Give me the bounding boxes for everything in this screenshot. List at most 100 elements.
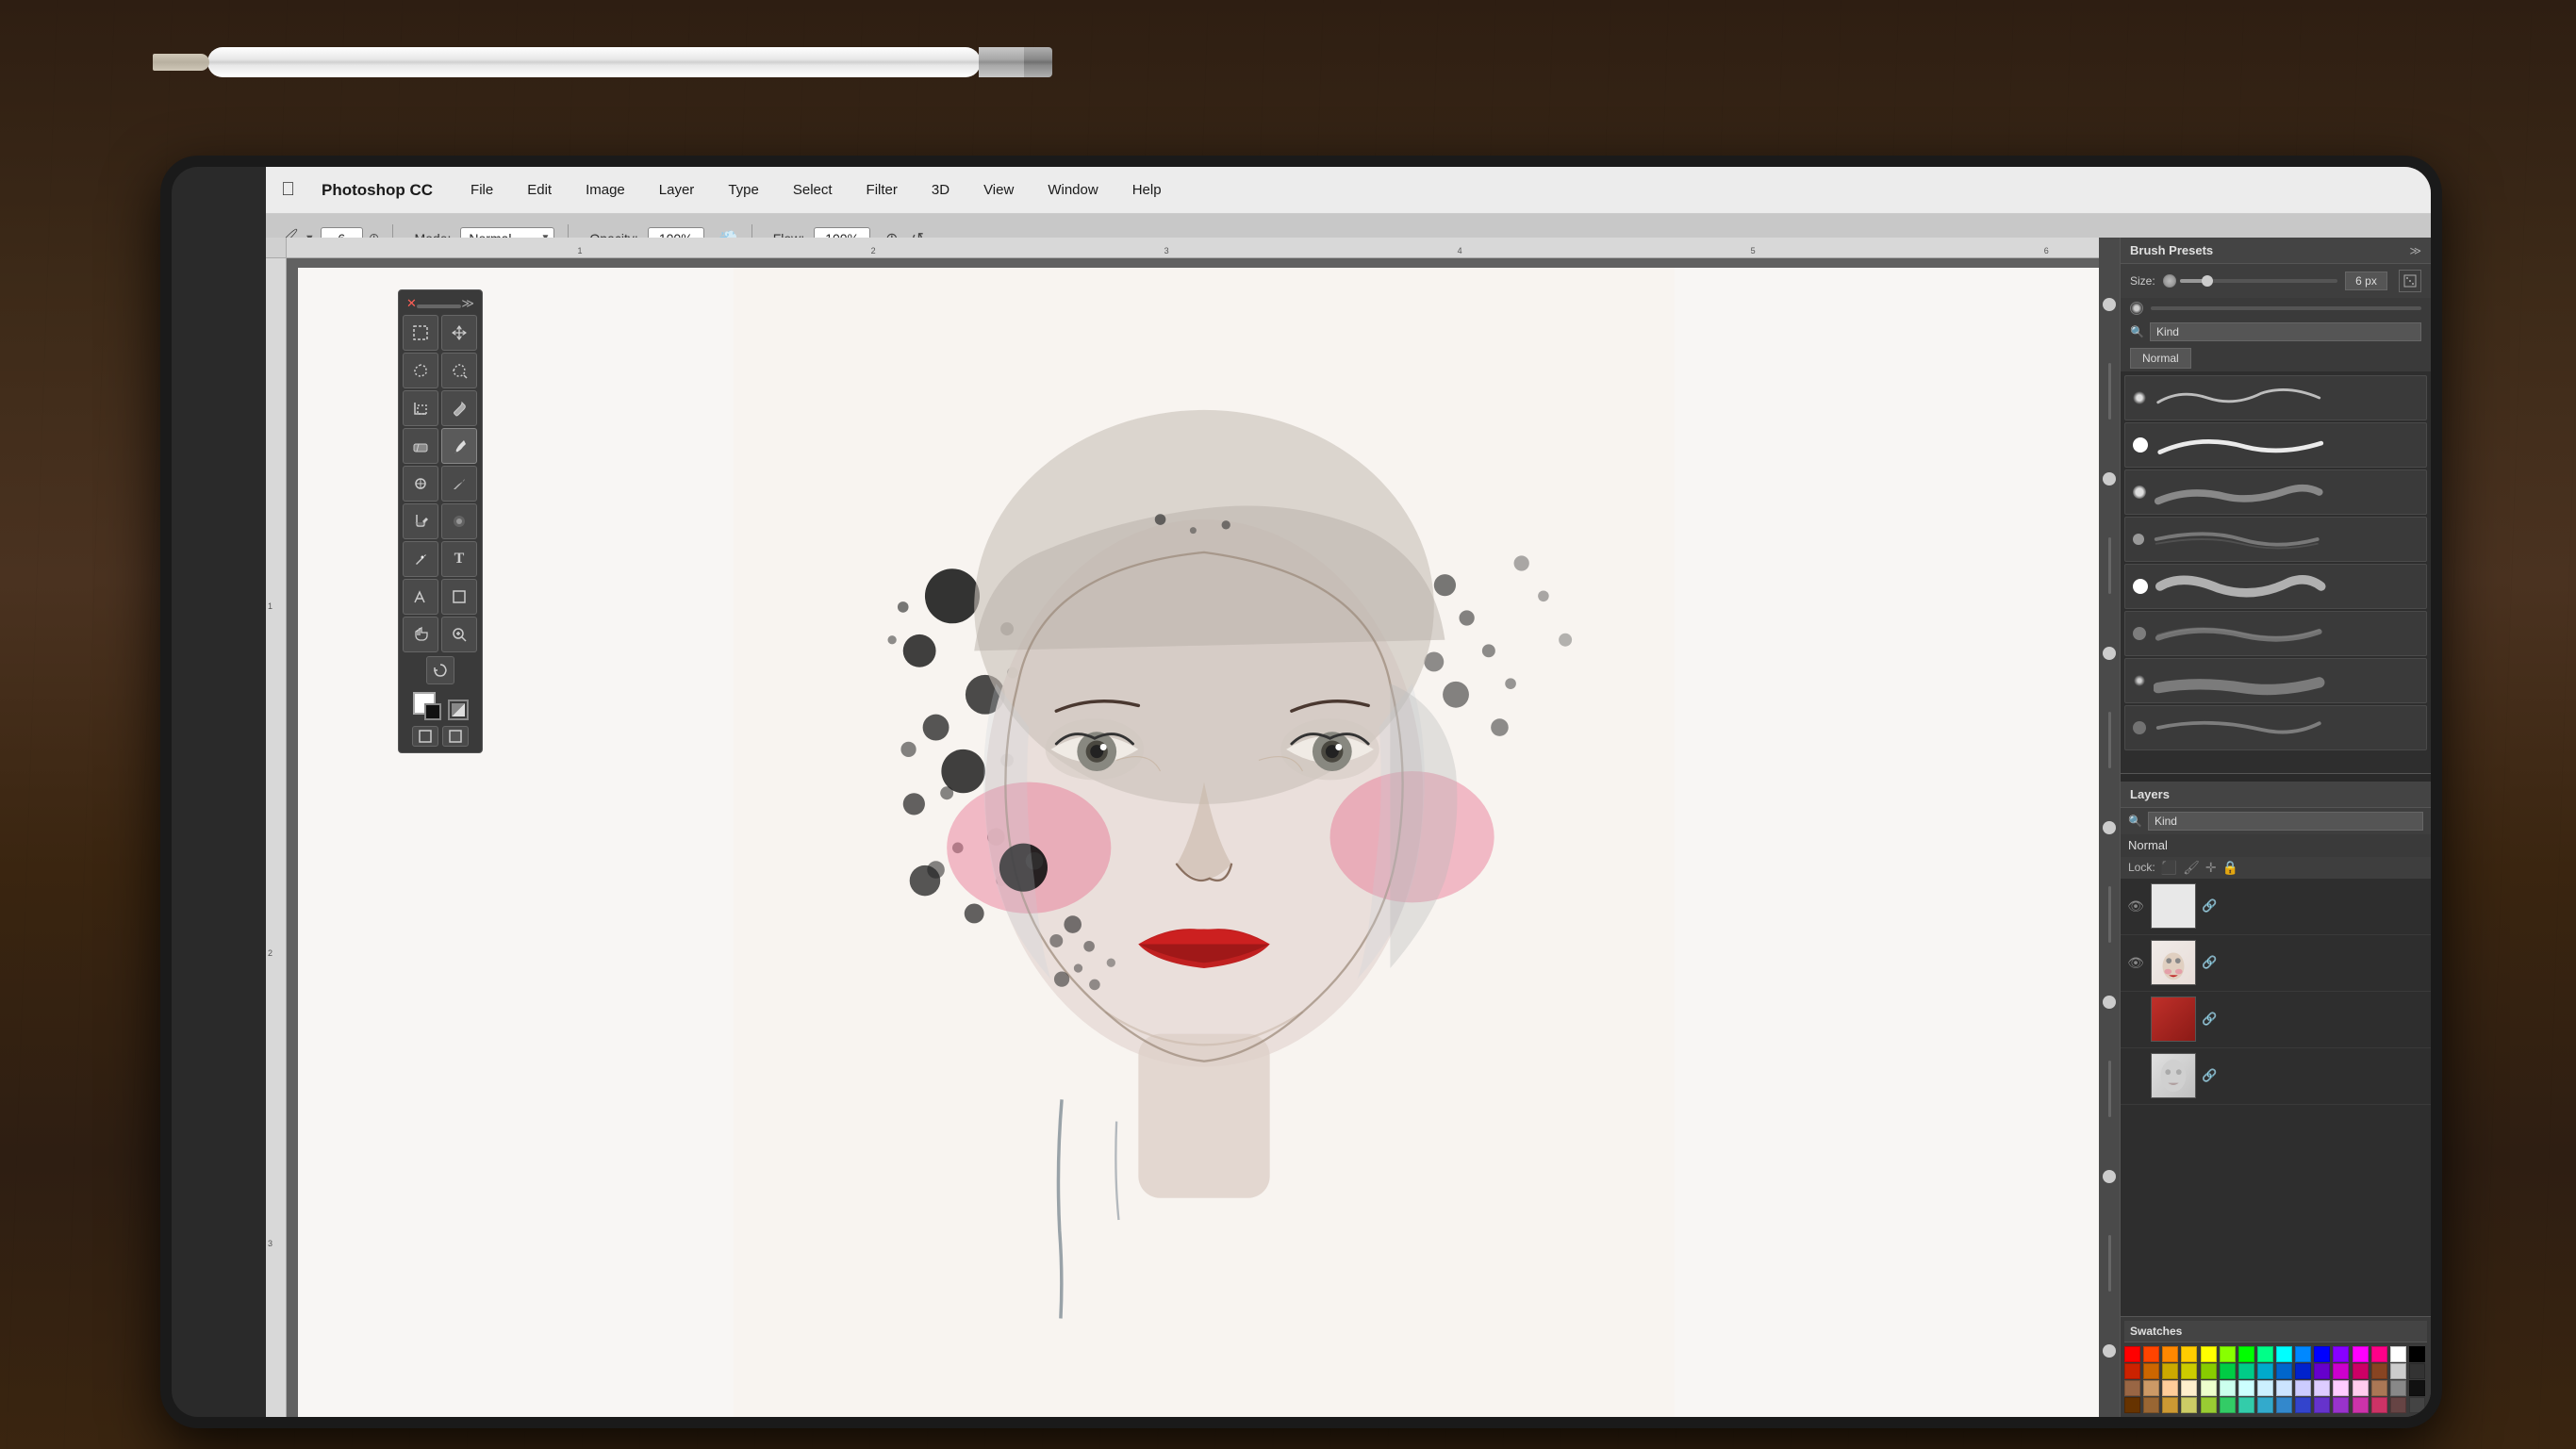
brush-tool[interactable] <box>441 428 477 464</box>
crop-tool[interactable] <box>403 390 438 426</box>
text-tool[interactable]: T <box>441 541 477 577</box>
swatch-21[interactable] <box>2220 1363 2236 1379</box>
swatch-9[interactable] <box>2295 1346 2311 1362</box>
swatch-14[interactable] <box>2390 1346 2406 1362</box>
eraser-tool[interactable] <box>403 428 438 464</box>
swatch-5[interactable] <box>2220 1346 2236 1362</box>
swatch-35[interactable] <box>2181 1380 2197 1396</box>
layers-header[interactable]: Layers <box>2121 782 2431 808</box>
menu-file[interactable]: File <box>463 178 501 202</box>
swatch-40[interactable] <box>2276 1380 2292 1396</box>
kind-select-display[interactable]: Kind <box>2150 322 2421 341</box>
shape-tool[interactable] <box>441 579 477 615</box>
swatch-15[interactable] <box>2409 1346 2425 1362</box>
swatch-24[interactable] <box>2276 1363 2292 1379</box>
quick-mask-btn[interactable] <box>448 700 469 720</box>
swatch-3[interactable] <box>2181 1346 2197 1362</box>
swatch-4[interactable] <box>2201 1346 2217 1362</box>
swatch-29[interactable] <box>2371 1363 2387 1379</box>
swatch-54[interactable] <box>2238 1397 2254 1413</box>
swatch-16[interactable] <box>2124 1363 2140 1379</box>
brush-presets-header[interactable]: Brush Presets ≫ <box>2121 238 2431 264</box>
layer-link-1[interactable]: 🔗 <box>2202 898 2217 914</box>
swatch-53[interactable] <box>2220 1397 2236 1413</box>
layers-kind-display[interactable]: Kind <box>2148 812 2423 831</box>
opacity-slider-6[interactable] <box>2103 1170 2116 1183</box>
swatch-18[interactable] <box>2162 1363 2178 1379</box>
brush-item-6[interactable] <box>2124 611 2427 656</box>
swatch-59[interactable] <box>2333 1397 2349 1413</box>
swatch-17[interactable] <box>2143 1363 2159 1379</box>
swatch-11[interactable] <box>2333 1346 2349 1362</box>
layer-eye-1[interactable]: 👁 <box>2126 898 2145 914</box>
lock-position-icon[interactable]: ✛ <box>2205 860 2217 876</box>
screen-mode-normal[interactable] <box>412 726 438 747</box>
layer-eye-2[interactable]: 👁 <box>2126 955 2145 971</box>
swatch-52[interactable] <box>2201 1397 2217 1413</box>
swatch-22[interactable] <box>2238 1363 2254 1379</box>
layer-link-2[interactable]: 🔗 <box>2202 955 2217 970</box>
swatch-50[interactable] <box>2162 1397 2178 1413</box>
brush-item-5[interactable] <box>2124 564 2427 609</box>
layer-link-3[interactable]: 🔗 <box>2202 1012 2217 1027</box>
opacity-slider-4[interactable] <box>2103 821 2116 834</box>
layer-item-3[interactable]: 👁 🔗 <box>2121 992 2431 1048</box>
swatch-63[interactable] <box>2409 1397 2425 1413</box>
hand-tool[interactable] <box>403 617 438 652</box>
swatch-48[interactable] <box>2124 1397 2140 1413</box>
smudge-tool[interactable] <box>441 466 477 502</box>
menu-view[interactable]: View <box>976 178 1021 202</box>
zoom-tool[interactable] <box>441 617 477 652</box>
swatch-25[interactable] <box>2295 1363 2311 1379</box>
clone-stamp-tool[interactable] <box>403 466 438 502</box>
opacity-slider-7[interactable] <box>2103 1344 2116 1358</box>
menu-window[interactable]: Window <box>1040 178 1105 202</box>
swatch-26[interactable] <box>2314 1363 2330 1379</box>
hardness-slider-track[interactable] <box>2151 306 2421 310</box>
opacity-slider-1[interactable] <box>2103 298 2116 311</box>
swatch-61[interactable] <box>2371 1397 2387 1413</box>
brush-item-2[interactable] <box>2124 422 2427 468</box>
swatch-8[interactable] <box>2276 1346 2292 1362</box>
canvas-document[interactable] <box>298 268 2110 1417</box>
swatch-42[interactable] <box>2314 1380 2330 1396</box>
brush-options-btn[interactable] <box>2399 270 2421 292</box>
menu-help[interactable]: Help <box>1125 178 1169 202</box>
swatch-30[interactable] <box>2390 1363 2406 1379</box>
toolbox-close-btn[interactable]: ✕ <box>406 296 417 311</box>
swatch-46[interactable] <box>2390 1380 2406 1396</box>
swatch-44[interactable] <box>2353 1380 2369 1396</box>
swatch-58[interactable] <box>2314 1397 2330 1413</box>
menu-type[interactable]: Type <box>720 178 767 202</box>
brush-item-8[interactable] <box>2124 705 2427 750</box>
screen-mode-full[interactable] <box>442 726 469 747</box>
swatch-33[interactable] <box>2143 1380 2159 1396</box>
swatch-62[interactable] <box>2390 1397 2406 1413</box>
swatch-45[interactable] <box>2371 1380 2387 1396</box>
brush-size-value[interactable]: 6 px <box>2345 272 2387 290</box>
swatch-7[interactable] <box>2257 1346 2273 1362</box>
toolbox-expand-btn[interactable]: ≫ <box>461 296 474 311</box>
menu-3d[interactable]: 3D <box>924 178 957 202</box>
swatch-55[interactable] <box>2257 1397 2273 1413</box>
layer-item-1[interactable]: 👁 🔗 <box>2121 879 2431 935</box>
swatch-0[interactable] <box>2124 1346 2140 1362</box>
brush-item-3[interactable] <box>2124 469 2427 515</box>
swatch-37[interactable] <box>2220 1380 2236 1396</box>
lock-pixels-icon[interactable]: 🖌 <box>2183 860 2200 876</box>
swatch-12[interactable] <box>2353 1346 2369 1362</box>
brush-item-1[interactable] <box>2124 375 2427 420</box>
swatch-19[interactable] <box>2181 1363 2197 1379</box>
swatch-49[interactable] <box>2143 1397 2159 1413</box>
brush-presets-collapse-btn[interactable]: ≫ <box>2409 244 2421 257</box>
swatch-51[interactable] <box>2181 1397 2197 1413</box>
opacity-slider-5[interactable] <box>2103 996 2116 1009</box>
size-slider-thumb[interactable] <box>2202 275 2213 287</box>
swatch-57[interactable] <box>2295 1397 2311 1413</box>
lock-all-icon[interactable]: 🔒 <box>2222 860 2238 876</box>
layer-item-2[interactable]: 👁 🔗 <box>2121 935 2431 992</box>
menu-image[interactable]: Image <box>578 178 633 202</box>
blur-tool[interactable] <box>441 503 477 539</box>
swatch-2[interactable] <box>2162 1346 2178 1362</box>
menu-layer[interactable]: Layer <box>652 178 702 202</box>
